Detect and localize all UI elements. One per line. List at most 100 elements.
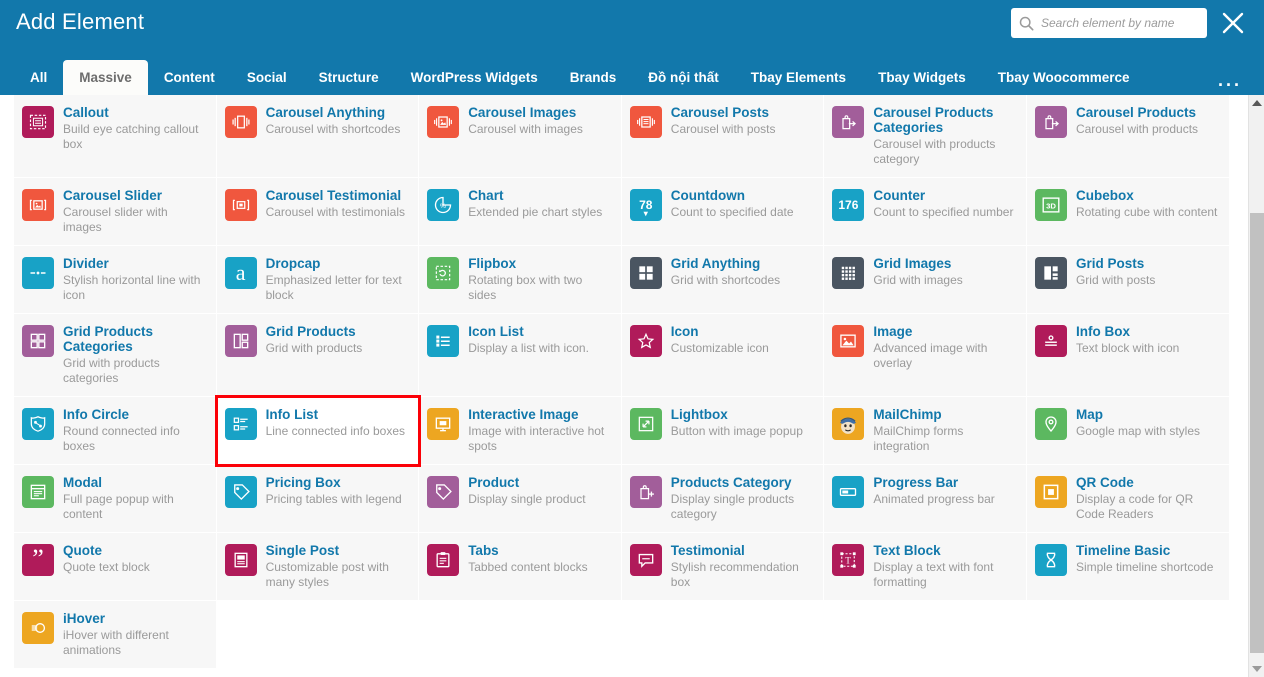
- element-card-description: Full page popup with content: [63, 492, 174, 521]
- element-card-title: Grid Images: [873, 256, 952, 271]
- element-card-carousel-slider[interactable]: Carousel Slider Carousel slider with imag…: [14, 178, 217, 246]
- element-card-text: Cubebox Rotating cube with content: [1076, 188, 1221, 220]
- close-button[interactable]: [1220, 10, 1246, 36]
- element-card-carousel-products-categories[interactable]: Carousel Products Categories Carousel wit…: [824, 95, 1027, 178]
- element-card-title: Map: [1075, 407, 1103, 422]
- element-card-icon-list[interactable]: Icon List Display a list with icon.: [419, 314, 622, 397]
- tab-massive[interactable]: Massive: [63, 60, 148, 95]
- element-card-text: Tabs Tabbed content blocks: [468, 543, 613, 575]
- element-card-ihover[interactable]: iHover iHover with different animations: [14, 601, 217, 669]
- element-card-grid-products-categories[interactable]: Grid Products Categories Grid with produc…: [14, 314, 217, 397]
- quote-icon: ”: [22, 544, 54, 576]
- search-box[interactable]: [1011, 8, 1207, 38]
- element-card-cubebox[interactable]: 3D Cubebox Rotating cube with content: [1026, 178, 1230, 246]
- element-card-qr-code[interactable]: QR Code Display a code for QR Code Reader…: [1026, 465, 1230, 533]
- element-card-pricing-box[interactable]: Pricing Box Pricing tables with legend: [216, 465, 420, 533]
- element-card-map[interactable]: Map Google map with styles: [1026, 397, 1230, 465]
- element-card-description: Count to specified number: [873, 205, 1014, 219]
- expand-arrows-icon: [629, 408, 662, 440]
- element-card-tabs[interactable]: Tabs Tabbed content blocks: [419, 533, 622, 601]
- element-card-description: Display a list with icon.: [468, 341, 589, 355]
- element-card-text: Icon Customizable icon: [671, 324, 816, 356]
- element-card-lightbox[interactable]: Lightbox Button with image popup: [621, 397, 825, 465]
- scroll-up-button[interactable]: [1249, 95, 1264, 111]
- element-card-product[interactable]: Product Display single product: [419, 465, 622, 533]
- element-card-text-block[interactable]: T Text Block Display a text with font form…: [824, 533, 1027, 601]
- element-card-grid-products[interactable]: Grid Products Grid with products: [216, 314, 420, 397]
- element-card-description: Carousel with products: [1075, 122, 1199, 136]
- element-card-chart[interactable]: % Chart Extended pie chart styles: [419, 178, 622, 246]
- info-circle-icon: [22, 408, 54, 440]
- element-card-image[interactable]: Image Advanced image with overlay: [824, 314, 1027, 397]
- element-card-title: Grid Anything: [670, 256, 761, 271]
- element-card-title: Info List: [265, 407, 319, 422]
- element-card-text: Timeline Basic Simple timeline shortcode: [1076, 543, 1221, 575]
- search-input[interactable]: [1041, 10, 1201, 36]
- qr-code-icon: [1034, 476, 1067, 508]
- element-card-single-post[interactable]: Single Post Customizable post with many s…: [216, 533, 420, 601]
- element-card-testimonial[interactable]: Testimonial Stylish recommendation box: [621, 533, 825, 601]
- more-tabs-button[interactable]: ...: [1218, 65, 1242, 95]
- vertical-scrollbar[interactable]: [1248, 95, 1264, 677]
- element-card-countdown[interactable]: 78 ▾ Countdown Count to specified date: [621, 178, 825, 246]
- tab-wordpress-widgets[interactable]: WordPress Widgets: [395, 60, 554, 95]
- carousel-testimonial-icon: [224, 189, 257, 221]
- tab-brands[interactable]: Brands: [554, 60, 633, 95]
- element-card-interactive-image[interactable]: Interactive Image Image with interactive …: [419, 397, 622, 465]
- tab-structure[interactable]: Structure: [303, 60, 395, 95]
- element-card-mailchimp[interactable]: MailChimp MailChimp forms integration: [824, 397, 1027, 465]
- element-card-text: Carousel Anything Carousel with shortcode…: [266, 105, 411, 137]
- tab-all[interactable]: All: [14, 60, 63, 95]
- tab-đồ-nội-thất[interactable]: Đồ nội thất: [632, 60, 735, 95]
- carousel-anything-icon: [224, 106, 257, 138]
- element-card-grid-images[interactable]: Grid Images Grid with images: [824, 246, 1027, 314]
- element-card-products-category[interactable]: Products Category Display single products…: [621, 465, 825, 533]
- element-card-grid-anything[interactable]: Grid Anything Grid with shortcodes: [621, 246, 825, 314]
- element-card-text: Grid Anything Grid with shortcodes: [671, 256, 816, 288]
- element-card-info-list[interactable]: Info List Line connected info boxes: [214, 395, 422, 467]
- element-card-description: Simple timeline shortcode: [1075, 560, 1214, 574]
- element-card-carousel-anything[interactable]: Carousel Anything Carousel with shortcode…: [216, 95, 420, 178]
- element-card-description: Grid with products categories: [63, 356, 160, 385]
- tab-tbay-widgets[interactable]: Tbay Widgets: [862, 60, 982, 95]
- map-pin-icon: [1034, 408, 1067, 440]
- element-card-text: Info List Line connected info boxes: [266, 407, 411, 439]
- element-card-title: Flipbox: [468, 256, 517, 271]
- element-card-title: Testimonial: [670, 543, 745, 558]
- element-card-modal[interactable]: Modal Full page popup with content: [14, 465, 217, 533]
- element-card-timeline-basic[interactable]: Timeline Basic Simple timeline shortcode: [1026, 533, 1230, 601]
- tab-social[interactable]: Social: [231, 60, 303, 95]
- element-card-quote[interactable]: ” Quote Quote text block: [14, 533, 217, 601]
- element-card-callout[interactable]: Callout Build eye catching callout box: [14, 95, 217, 178]
- grid-posts-icon: [1034, 257, 1067, 289]
- element-card-grid-posts[interactable]: Grid Posts Grid with posts: [1026, 246, 1230, 314]
- tab-tbay-elements[interactable]: Tbay Elements: [735, 60, 862, 95]
- element-card-title: Cubebox: [1075, 188, 1134, 203]
- carousel-images-icon: [427, 106, 460, 138]
- element-card-dropcap[interactable]: a Dropcap Emphasized letter for text block: [216, 246, 420, 314]
- element-card-title: Single Post: [265, 543, 340, 558]
- element-card-counter[interactable]: 176 Counter Count to specified number: [824, 178, 1027, 246]
- element-card-info-circle[interactable]: Info Circle Round connected info boxes: [14, 397, 217, 465]
- tab-tbay-woocommerce[interactable]: Tbay Woocommerce: [982, 60, 1146, 95]
- element-card-progress-bar[interactable]: Progress Bar Animated progress bar: [824, 465, 1027, 533]
- element-card-info-box[interactable]: Info Box Text block with icon: [1026, 314, 1230, 397]
- element-card-title: Text Block: [873, 543, 941, 558]
- element-card-icon[interactable]: Icon Customizable icon: [621, 314, 825, 397]
- element-card-text: Divider Stylish horizontal line with icon: [63, 256, 208, 303]
- element-card-flipbox[interactable]: Flipbox Rotating box with two sides: [419, 246, 622, 314]
- element-card-description: Line connected info boxes: [265, 424, 406, 438]
- tab-content[interactable]: Content: [148, 60, 231, 95]
- element-card-carousel-testimonial[interactable]: Carousel Testimonial Carousel with testim…: [216, 178, 420, 246]
- scrollbar-thumb[interactable]: [1250, 213, 1264, 653]
- element-card-carousel-products[interactable]: Carousel Products Carousel with products: [1026, 95, 1230, 178]
- element-card-description: Display a text with font formatting: [873, 560, 994, 589]
- pie-chart-percent-icon: %: [427, 189, 460, 221]
- element-card-carousel-posts[interactable]: Carousel Posts Carousel with posts: [621, 95, 825, 178]
- interactive-image-icon: [427, 408, 460, 440]
- element-card-divider[interactable]: Divider Stylish horizontal line with icon: [14, 246, 217, 314]
- scroll-down-button[interactable]: [1249, 661, 1264, 677]
- element-card-text: MailChimp MailChimp forms integration: [873, 407, 1018, 454]
- element-card-description: Carousel with testimonials: [265, 205, 405, 219]
- element-card-carousel-images[interactable]: Carousel Images Carousel with images: [419, 95, 622, 178]
